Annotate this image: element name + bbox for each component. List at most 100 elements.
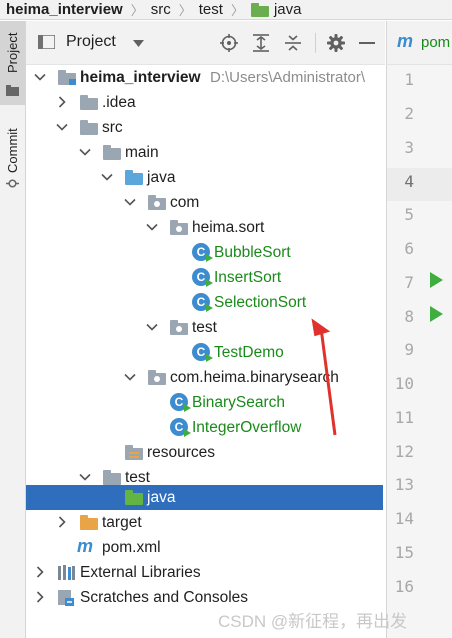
- tree-item-label: BubbleSort: [214, 244, 291, 261]
- commit-tool-label: Commit: [5, 128, 20, 173]
- panel-title[interactable]: Project: [66, 33, 116, 51]
- chevron-right-icon[interactable]: [56, 96, 68, 108]
- line-number: 1: [404, 70, 414, 89]
- package-icon: [170, 320, 188, 335]
- tree-item-label: InsertSort: [214, 269, 282, 286]
- line-number: 3: [404, 138, 414, 157]
- test-root-folder-icon: [125, 490, 143, 505]
- chevron-down-icon[interactable]: [146, 221, 158, 233]
- tree-item-main[interactable]: main: [26, 140, 383, 165]
- java-class-icon: C: [192, 293, 213, 312]
- libraries-icon: [58, 565, 75, 580]
- tree-item-label: .idea: [102, 94, 136, 111]
- chevron-down-icon[interactable]: [79, 146, 91, 158]
- tree-item-label: External Libraries: [80, 564, 201, 581]
- line-number: 14: [394, 509, 414, 528]
- tree-item-label: target: [102, 514, 142, 531]
- collapse-all-icon[interactable]: [285, 34, 301, 52]
- scratches-icon: [58, 590, 74, 606]
- header-divider: [315, 33, 316, 53]
- breadcrumb-separator-icon: 〉: [178, 3, 192, 18]
- maven-file-icon: m: [397, 31, 414, 51]
- tree-item-label: com: [170, 194, 200, 211]
- line-number: 16: [394, 577, 414, 596]
- tree-item-label: java: [147, 169, 176, 186]
- tree-item-path: D:\Users\Administrator\: [210, 69, 366, 86]
- line-number: 9: [404, 340, 414, 359]
- project-folder-icon: [6, 85, 19, 96]
- watermark: CSDN @新征程，再出发: [218, 612, 408, 631]
- expand-all-icon[interactable]: [253, 34, 269, 52]
- chevron-right-icon[interactable]: [34, 591, 46, 603]
- project-tool-button[interactable]: Project: [0, 21, 25, 105]
- folder-icon: [103, 470, 121, 485]
- tree-item-pom-xml[interactable]: m pom.xml: [26, 535, 383, 560]
- line-number: 11: [394, 408, 414, 427]
- line-number: 6: [404, 239, 414, 258]
- folder-icon: [80, 120, 98, 135]
- line-number: 13: [394, 475, 414, 494]
- line-number: 7: [404, 273, 414, 292]
- minimize-icon[interactable]: [359, 42, 375, 44]
- breadcrumb-project[interactable]: heima_interview: [6, 0, 123, 19]
- tree-item-insertsort[interactable]: C InsertSort: [26, 265, 383, 290]
- line-number: 8: [404, 307, 414, 326]
- chevron-down-icon[interactable]: [79, 471, 91, 483]
- project-tool-label: Project: [5, 32, 20, 73]
- line-number: 2: [404, 104, 414, 123]
- tree-item-label: java: [147, 489, 176, 506]
- line-number: 12: [394, 442, 414, 461]
- chevron-right-icon[interactable]: [56, 516, 68, 528]
- tree-item-label: pom.xml: [102, 539, 161, 556]
- navigation-breadcrumb: heima_interview 〉 src 〉 test 〉 java: [0, 0, 452, 20]
- tree-item-external-libraries[interactable]: External Libraries: [26, 560, 383, 585]
- editor-gutter: 1 2 3 4 5 6 7 8 9 10 11 12 13 14 15 16: [386, 65, 452, 638]
- package-icon: [170, 220, 188, 235]
- locate-icon[interactable]: [220, 34, 238, 52]
- tree-item-main-java[interactable]: java: [26, 165, 383, 190]
- tree-item-bubblesort[interactable]: C BubbleSort: [26, 240, 383, 265]
- tree-item-label: BinarySearch: [192, 394, 286, 411]
- tree-item-src[interactable]: src: [26, 115, 383, 140]
- line-number: 15: [394, 543, 414, 562]
- tree-item-heima-sort[interactable]: heima.sort: [26, 215, 383, 240]
- project-panel-header: Project: [26, 21, 385, 65]
- tree-item-label: src: [102, 119, 123, 136]
- tree-item-test-java[interactable]: java: [26, 485, 383, 510]
- current-line-highlight: [387, 168, 452, 201]
- chevron-down-icon[interactable]: [124, 371, 136, 383]
- breadcrumb-src[interactable]: src: [151, 0, 171, 19]
- chevron-down-icon[interactable]: [101, 171, 113, 183]
- chevron-right-icon[interactable]: [34, 566, 46, 578]
- tree-item-target[interactable]: target: [26, 510, 383, 535]
- java-class-icon: C: [170, 393, 191, 412]
- chevron-down-icon[interactable]: [146, 321, 158, 333]
- tree-item-com[interactable]: com: [26, 190, 383, 215]
- breadcrumb-separator-icon: 〉: [230, 3, 244, 18]
- run-gutter-icon[interactable]: [430, 272, 443, 288]
- java-class-icon: C: [170, 418, 191, 437]
- tree-item-label: heima.sort: [192, 219, 265, 236]
- chevron-down-icon[interactable]: [124, 196, 136, 208]
- gear-icon[interactable]: [327, 34, 345, 52]
- breadcrumb-test[interactable]: test: [199, 0, 223, 19]
- chevron-down-icon[interactable]: [56, 121, 68, 133]
- java-class-icon: C: [192, 268, 213, 287]
- editor-tab-label: pom: [421, 34, 451, 51]
- tree-item-heima-interview[interactable]: heima_interview D:\Users\Administrator\: [26, 65, 383, 90]
- package-icon: [148, 195, 166, 210]
- breadcrumb-java-label: java: [273, 1, 302, 18]
- editor-tab-pom[interactable]: m pom: [386, 21, 452, 65]
- java-class-icon: C: [192, 243, 213, 262]
- breadcrumb-java[interactable]: java: [250, 0, 302, 19]
- resources-root-icon: [125, 445, 143, 460]
- annotation-arrow: [311, 318, 337, 436]
- chevron-down-icon[interactable]: [133, 40, 144, 47]
- tree-item-idea[interactable]: .idea: [26, 90, 383, 115]
- line-number: 4: [404, 172, 414, 191]
- chevron-down-icon[interactable]: [34, 71, 46, 83]
- folder-icon: [80, 95, 98, 110]
- line-number: 10: [394, 374, 414, 393]
- run-gutter-icon[interactable]: [430, 306, 443, 322]
- commit-tool-button[interactable]: Commit: [0, 117, 25, 199]
